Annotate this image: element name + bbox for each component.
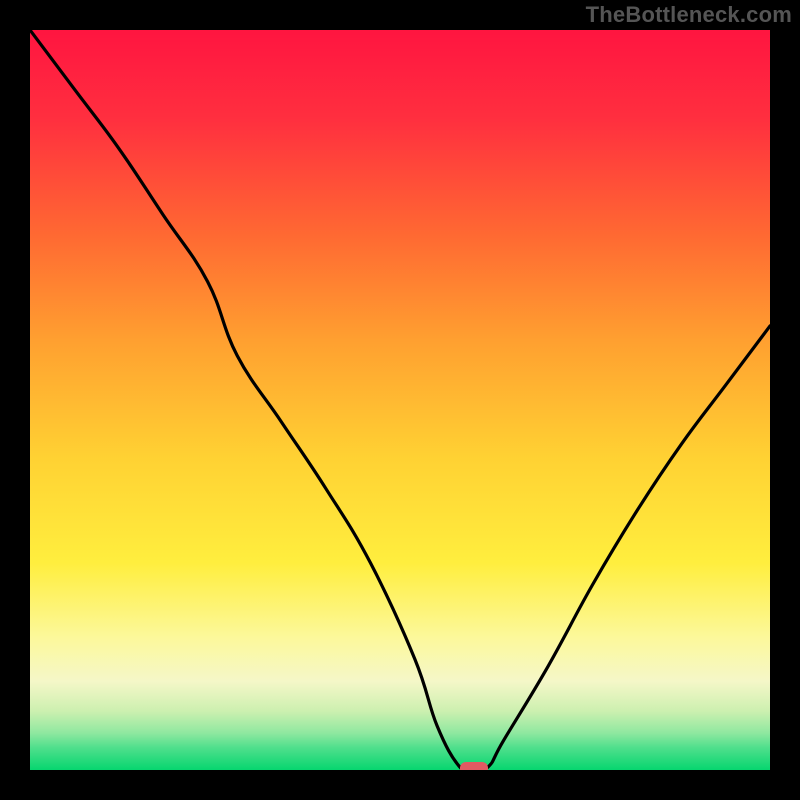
bottleneck-chart — [0, 0, 800, 800]
chart-frame: { "watermark": "TheBottleneck.com", "col… — [0, 0, 800, 800]
plot-background — [30, 30, 770, 770]
watermark-text: TheBottleneck.com — [586, 2, 792, 28]
